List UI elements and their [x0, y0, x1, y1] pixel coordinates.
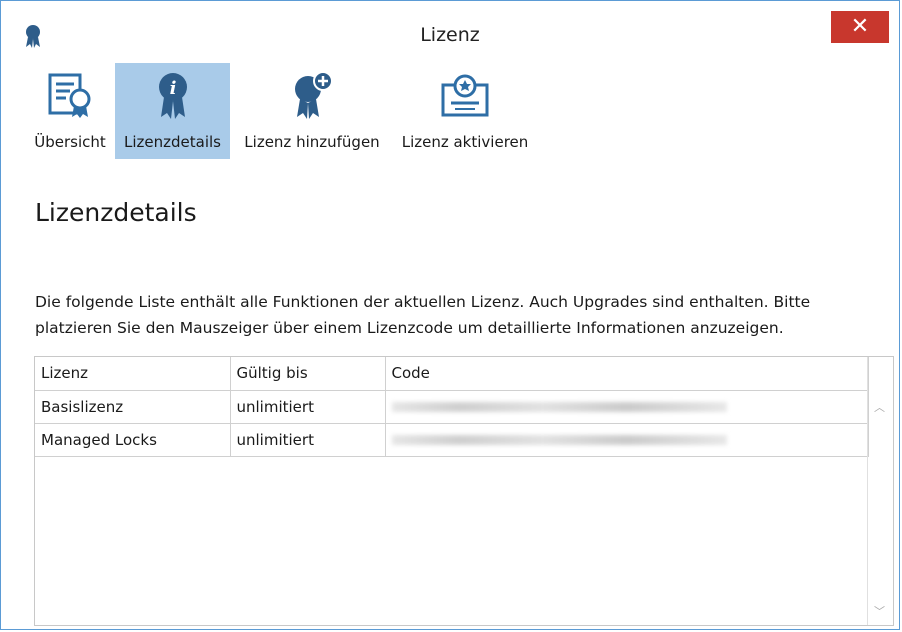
tab-license-details[interactable]: i Lizenzdetails — [115, 63, 230, 159]
license-activate-icon — [441, 74, 489, 117]
title-bar[interactable]: Lizenz ✕ — [1, 1, 899, 61]
column-header-code[interactable]: Code — [385, 357, 869, 391]
svg-text:i: i — [169, 78, 176, 99]
blurred-code — [391, 435, 727, 445]
license-add-icon — [295, 71, 333, 119]
license-info-icon: i — [158, 73, 187, 119]
table-row[interactable]: Basislizenz unlimitiert — [35, 390, 869, 424]
license-code[interactable] — [385, 423, 869, 457]
column-header-valid-until[interactable]: Gültig bis — [230, 357, 386, 391]
tab-overview-label: Übersicht — [34, 133, 106, 151]
table-header-row: Lizenz Gültig bis Code — [35, 357, 869, 391]
scroll-up-icon[interactable]: ︿ — [874, 399, 885, 415]
page-title: Lizenzdetails — [35, 198, 197, 227]
column-header-license[interactable]: Lizenz — [35, 357, 231, 391]
blurred-code — [391, 402, 727, 412]
license-name: Managed Locks — [35, 423, 231, 457]
description-text: Die folgende Liste enthält alle Funktion… — [35, 293, 811, 337]
license-window: Lizenz ✕ Übersicht i Lizenzdetails Lizen… — [0, 0, 900, 630]
close-button[interactable]: ✕ — [831, 11, 889, 43]
certificate-overview-icon — [48, 73, 91, 118]
license-code[interactable] — [385, 390, 869, 424]
valid-until: unlimitiert — [230, 423, 386, 457]
table-row[interactable]: Managed Locks unlimitiert — [35, 423, 869, 457]
valid-until: unlimitiert — [230, 390, 386, 424]
tab-activate-license-label: Lizenz aktivieren — [401, 133, 529, 151]
tab-add-license[interactable]: Lizenz hinzufügen — [237, 63, 387, 159]
vertical-scrollbar[interactable]: ︿ ﹀ — [867, 357, 893, 625]
tab-license-details-label: Lizenzdetails — [124, 133, 221, 151]
window-title: Lizenz — [420, 24, 480, 46]
license-name: Basislizenz — [35, 390, 231, 424]
tab-overview[interactable]: Übersicht — [18, 63, 122, 159]
tab-add-license-label: Lizenz hinzufügen — [244, 133, 380, 151]
tab-activate-license[interactable]: Lizenz aktivieren — [395, 63, 535, 159]
license-table[interactable]: Lizenz Gültig bis Code Basislizenz unlim… — [34, 356, 894, 626]
scroll-down-icon[interactable]: ﹀ — [874, 603, 885, 619]
